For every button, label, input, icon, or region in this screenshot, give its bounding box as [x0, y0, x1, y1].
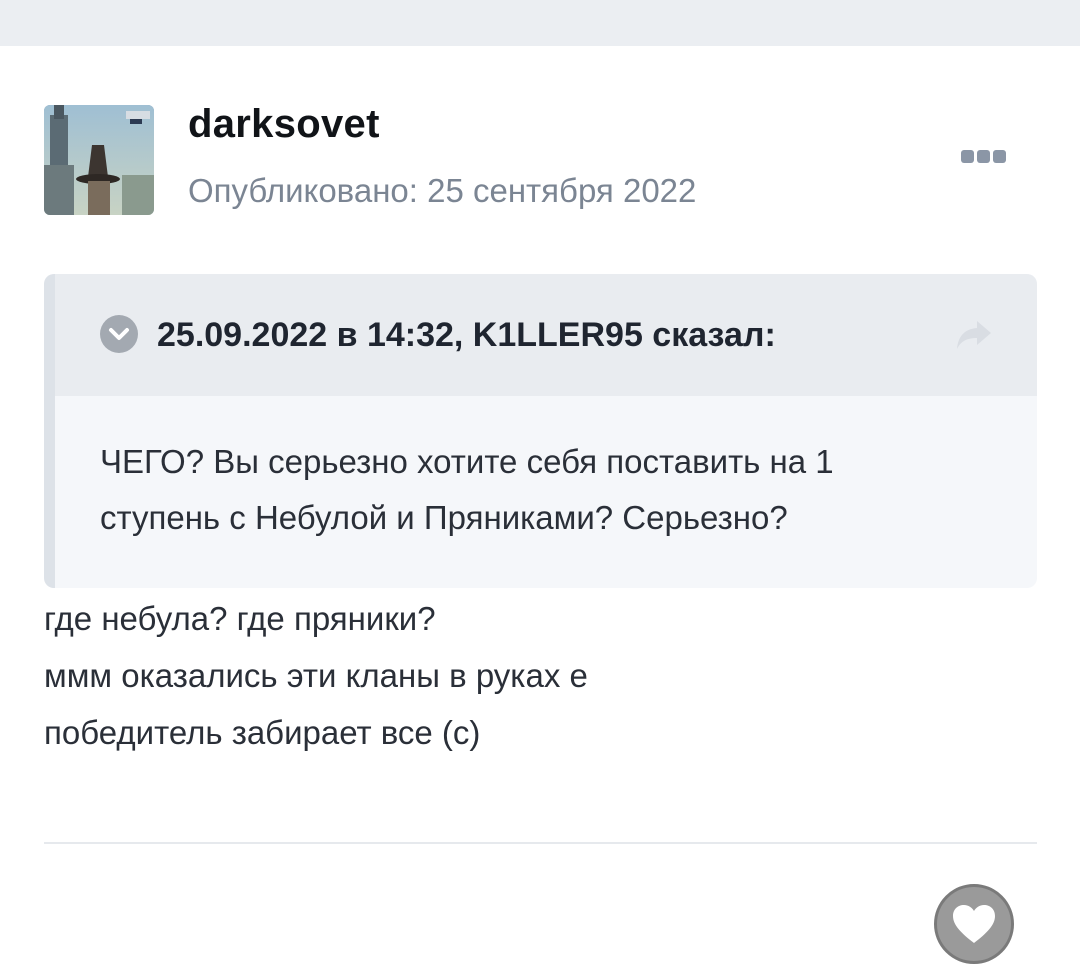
- quote-header: 25.09.2022 в 14:32, K1LLER95 сказал:: [55, 274, 1037, 396]
- post-content-line: ммм оказались эти кланы в руках е: [44, 657, 588, 694]
- share-arrow-icon[interactable]: [955, 318, 993, 352]
- post-content-line: где небула? где пряники?: [44, 600, 436, 637]
- quote-accent-bar: [44, 274, 55, 588]
- quote-body: ЧЕГО? Вы серьезно хотите себя поставить …: [100, 434, 1000, 546]
- ellipsis-icon-dot: [992, 149, 1006, 163]
- post-footer-divider: [44, 842, 1037, 844]
- ellipsis-icon-dot: [976, 149, 990, 163]
- ellipsis-icon: [960, 149, 974, 163]
- like-button[interactable]: [934, 884, 1014, 964]
- quote-citation[interactable]: 25.09.2022 в 14:32, K1LLER95 сказал:: [157, 314, 776, 356]
- avatar-image: [44, 105, 154, 215]
- page-top-band: [0, 0, 1080, 46]
- author-avatar[interactable]: [44, 105, 154, 215]
- post-content: где небула? где пряники? ммм оказались э…: [44, 590, 1034, 761]
- forum-post: darksovet Опубликовано: 25 сентября 2022…: [0, 46, 1080, 968]
- quote-body-line: ступень с Небулой и Пряниками? Серьезно?: [100, 499, 788, 536]
- heart-icon: [953, 905, 995, 943]
- quote-body-line: ЧЕГО? Вы серьезно хотите себя поставить …: [100, 443, 834, 480]
- author-name[interactable]: darksovet: [188, 102, 380, 147]
- post-more-button[interactable]: [950, 138, 1016, 174]
- post-date: Опубликовано: 25 сентября 2022: [188, 172, 697, 209]
- chevron-down-circle-icon[interactable]: [99, 314, 139, 354]
- quote-block: 25.09.2022 в 14:32, K1LLER95 сказал: ЧЕГ…: [44, 274, 1037, 588]
- post-content-line: победитель забирает все (с): [44, 714, 481, 751]
